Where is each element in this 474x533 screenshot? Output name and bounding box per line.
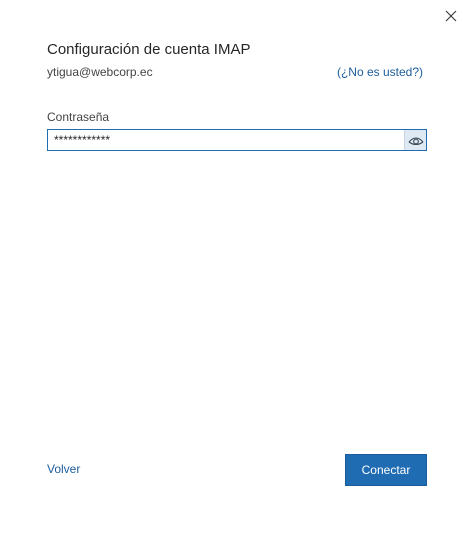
imap-account-dialog: Configuración de cuenta IMAP ytigua@webc… — [0, 0, 474, 533]
not-you-link[interactable]: (¿No es usted?) — [337, 65, 423, 79]
dialog-title: Configuración de cuenta IMAP — [47, 41, 251, 58]
close-icon — [445, 10, 457, 22]
account-email: ytigua@webcorp.ec — [47, 65, 153, 79]
connect-button[interactable]: Conectar — [345, 454, 427, 486]
password-label: Contraseña — [47, 110, 110, 124]
reveal-password-button[interactable] — [404, 130, 426, 150]
back-link[interactable]: Volver — [47, 462, 80, 476]
eye-icon — [408, 137, 423, 146]
password-field — [47, 129, 427, 151]
close-button[interactable] — [441, 6, 461, 26]
password-input[interactable] — [48, 130, 404, 150]
